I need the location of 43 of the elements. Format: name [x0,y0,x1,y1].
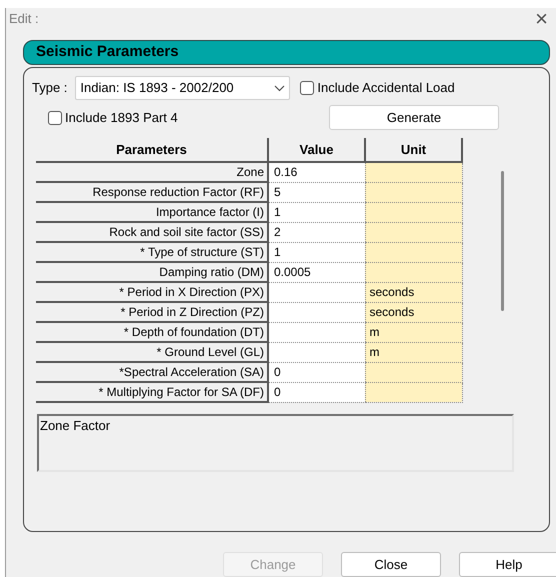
close-button[interactable]: × [535,8,548,30]
parameter-cell: * Type of structure (ST) [36,242,268,262]
value-cell[interactable]: 1 [268,242,365,262]
parameter-cell: * Ground Level (GL) [36,342,268,362]
chevron-down-icon [274,84,286,92]
parameter-cell: *Spectral Acceleration (SA) [36,362,268,382]
type-dropdown[interactable]: Indian: IS 1893 - 2002/200 [75,76,290,100]
parameter-cell: Rock and soil site factor (SS) [36,222,268,242]
column-header: Parameters [36,138,268,162]
section-header: Seismic Parameters [23,40,550,65]
description-text: Zone Factor [40,418,110,433]
checkbox-label[interactable]: Include Accidental Load [317,78,455,98]
unit-cell: seconds [365,282,462,302]
dialog-button[interactable]: Close [341,552,441,577]
checkbox-label[interactable]: Include 1893 Part 4 [65,108,178,128]
checkbox[interactable] [300,81,314,95]
column-header: Unit [365,138,462,162]
unit-cell: m [365,342,462,362]
value-cell[interactable]: 2 [268,222,365,242]
dialog-button[interactable]: Help [459,552,556,577]
parameter-cell: Damping ratio (DM) [36,262,268,282]
parameter-cell: * Depth of foundation (DT) [36,322,268,342]
parameter-cell: * Period in Z Direction (PZ) [36,302,268,322]
window-title: Edit : [9,10,39,28]
generate-button[interactable]: Generate [329,105,499,130]
column-header: Value [268,138,365,162]
value-cell[interactable]: 0 [268,382,365,402]
parameter-cell: Response reduction Factor (RF) [36,182,268,202]
parameter-cell: * Period in X Direction (PX) [36,282,268,302]
value-cell[interactable]: 1 [268,202,365,222]
scrollbar[interactable] [501,171,504,311]
parameter-cell: Zone [36,162,268,182]
unit-cell: m [365,322,462,342]
dropdown-value: Indian: IS 1893 - 2002/200 [80,79,235,98]
checkbox[interactable] [48,110,62,124]
parameter-cell: * Multiplying Factor for SA (DF) [36,382,268,402]
parameter-cell: Importance factor (I) [36,202,268,222]
value-cell[interactable]: 5 [268,182,365,202]
value-cell[interactable]: 0 [268,362,365,382]
unit-cell: seconds [365,302,462,322]
value-cell[interactable]: 0.16 [268,162,365,182]
type-label: Type : [32,79,68,98]
value-cell[interactable]: 0.0005 [268,262,365,282]
